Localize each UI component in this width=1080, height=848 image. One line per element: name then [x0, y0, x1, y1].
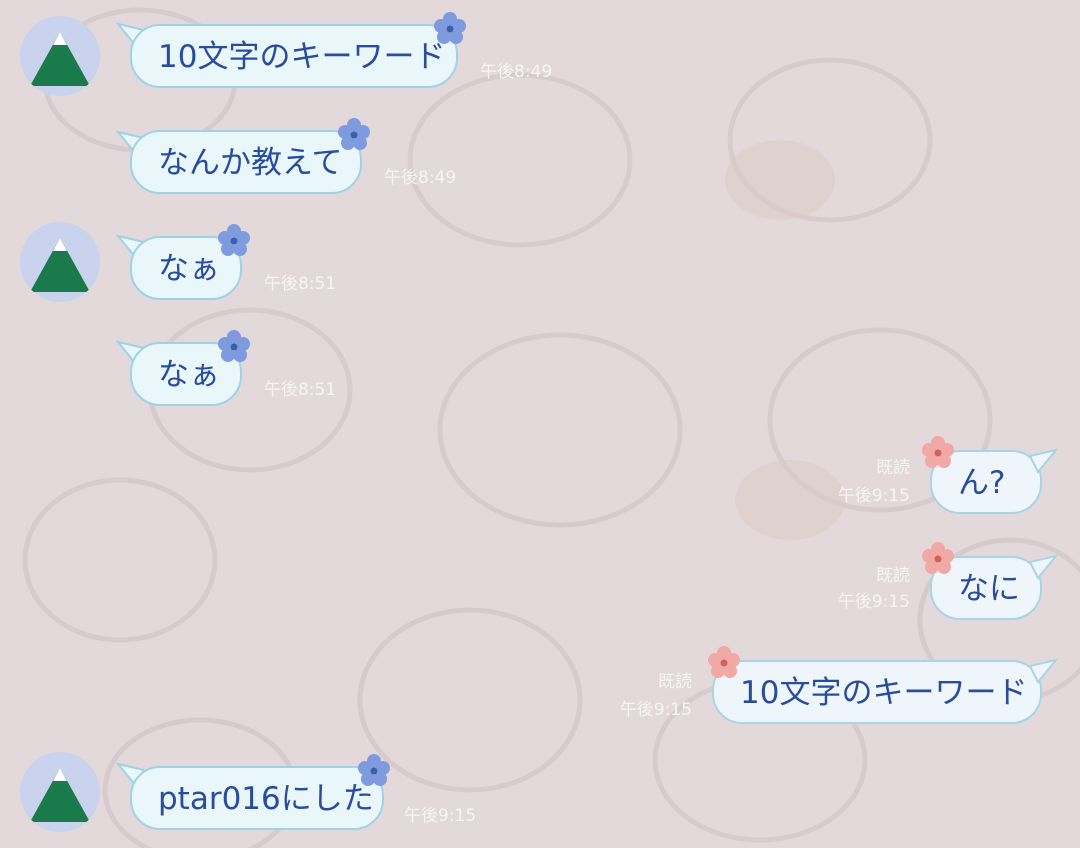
- flower-icon: [922, 542, 954, 574]
- avatar[interactable]: [20, 752, 100, 832]
- message-timestamp: 午後8:49: [384, 168, 457, 188]
- message-bubble[interactable]: ptar016にした: [130, 766, 384, 830]
- flower-icon: [338, 118, 370, 150]
- message-bubble[interactable]: 10文字のキーワード: [712, 660, 1042, 724]
- read-receipt: 既読: [658, 672, 692, 692]
- message-bubble[interactable]: なんか教えて: [130, 130, 362, 194]
- message-timestamp: 午後9:15: [837, 592, 910, 612]
- message-timestamp: 午後9:15: [404, 806, 477, 826]
- flower-icon: [218, 224, 250, 256]
- avatar[interactable]: [20, 16, 100, 96]
- message-text: なんか教えて: [158, 145, 343, 181]
- mountain-icon: [20, 222, 100, 302]
- read-receipt: 既読: [876, 566, 910, 586]
- flower-icon: [922, 436, 954, 468]
- message-timestamp: 午後8:51: [264, 380, 337, 400]
- message-text: ptar016にした: [158, 781, 374, 817]
- message-text: 10文字のキーワード: [158, 39, 446, 75]
- flower-icon: [434, 12, 466, 44]
- flower-icon: [708, 646, 740, 678]
- mountain-icon: [20, 752, 100, 832]
- bubble-tail: [1030, 658, 1058, 684]
- message-bubble[interactable]: 10文字のキーワード: [130, 24, 458, 88]
- message-text: なぁ: [158, 251, 220, 287]
- message-text: なに: [958, 571, 1020, 607]
- message-timestamp: 午後8:51: [264, 274, 337, 294]
- message-timestamp: 午後9:15: [619, 700, 692, 720]
- message-text: なぁ: [158, 357, 220, 393]
- message-timestamp: 午後9:15: [837, 486, 910, 506]
- read-receipt: 既読: [876, 458, 910, 478]
- message-text: 10文字のキーワード: [740, 675, 1028, 711]
- flower-icon: [218, 330, 250, 362]
- mountain-icon: [20, 16, 100, 96]
- message-timestamp: 午後8:49: [480, 62, 553, 82]
- message-text: ん?: [958, 465, 1006, 501]
- bubble-tail: [1030, 554, 1058, 580]
- flower-icon: [358, 754, 390, 786]
- bubble-tail: [1030, 448, 1058, 474]
- avatar[interactable]: [20, 222, 100, 302]
